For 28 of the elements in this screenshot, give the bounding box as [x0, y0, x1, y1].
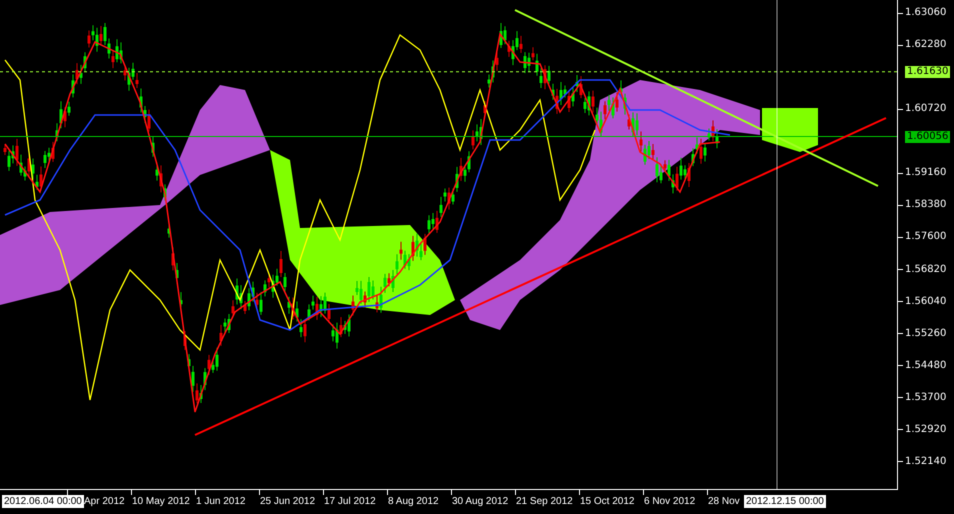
price-tick-label: 1.62280 — [898, 39, 946, 52]
price-tick-label: 1.56040 — [898, 296, 946, 308]
price-tick-label: 1.52920 — [898, 424, 946, 436]
cursor-time-label: 2012.12.15 00:00 — [744, 495, 826, 508]
price-level-label: 1.61630 — [905, 66, 950, 78]
cursor-time-label: 2012.06.04 00:00 — [2, 495, 84, 508]
time-tick-label: 25 Jun 2012 — [260, 495, 316, 508]
time-tick-label: 10 May 2012 — [132, 495, 190, 508]
price-tick-label: 1.55260 — [898, 328, 946, 340]
price-tick-label: 1.58380 — [898, 199, 946, 212]
price-tick-label: 1.63060 — [898, 7, 946, 19]
time-tick-label: 8 Aug 2012 — [388, 495, 439, 508]
price-level-label: 1.60056 — [905, 130, 950, 142]
time-tick-label: 17 Jul 2012 — [324, 495, 376, 508]
price-tick-label: 1.56820 — [898, 264, 946, 276]
time-tick-label: 15 Oct 2012 — [580, 495, 634, 508]
time-tick-label: 28 Nov — [708, 495, 740, 508]
price-tick-label: 1.59160 — [898, 167, 946, 180]
price-tick-label: 1.60720 — [898, 103, 946, 116]
time-tick-label: 30 Aug 2012 — [452, 495, 508, 508]
time-tick-label: 1 Jun 2012 — [196, 495, 246, 508]
time-tick-label: 6 Nov 2012 — [644, 495, 696, 508]
price-tick-label: 1.53700 — [898, 392, 946, 404]
time-tick-label: 21 Sep 2012 — [516, 495, 573, 508]
price-tick-label: 1.52140 — [898, 456, 946, 468]
price-tick-label: 1.57600 — [898, 231, 946, 244]
price-tick-label: 1.54480 — [898, 360, 946, 372]
time-tick-label: Apr 2012 — [84, 495, 125, 508]
